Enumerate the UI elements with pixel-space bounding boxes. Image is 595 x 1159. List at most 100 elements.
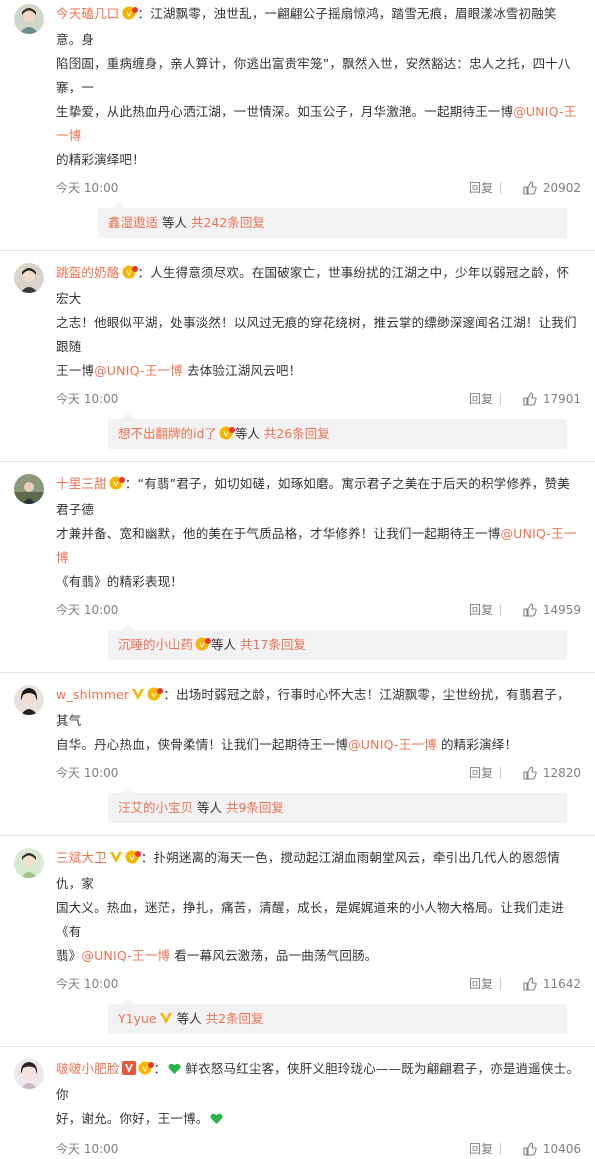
- comment-item: 三斌大卫 v ：扑朔迷离的海天一色，搅动起江湖血雨朝堂风云，牵引出几代人的恩怨情仇，…: [0, 836, 595, 1034]
- sub-reply-user[interactable]: 沉睡的小山药: [118, 637, 193, 652]
- sub-reply-mid: 等人: [234, 426, 264, 441]
- username[interactable]: 今天磕几口: [56, 6, 120, 21]
- colon: ：: [153, 1061, 167, 1076]
- like-button[interactable]: 11642: [523, 974, 581, 994]
- vip-badge-icon: v: [109, 474, 125, 498]
- username[interactable]: 十里三甜: [56, 476, 107, 491]
- vip-badge-icon: v: [138, 1059, 154, 1083]
- sub-reply-user[interactable]: 鑫湿遨适: [108, 215, 158, 230]
- like-count: 11642: [542, 977, 581, 991]
- username[interactable]: 啵啵小肥脸: [56, 1061, 120, 1076]
- colon: ：: [140, 850, 154, 865]
- like-button[interactable]: 10406: [523, 1139, 581, 1159]
- avatar[interactable]: [14, 1059, 44, 1089]
- username[interactable]: 跳盔的奶酪: [56, 265, 120, 280]
- reply-count-link[interactable]: 共26条回复: [264, 426, 330, 441]
- sub-replies[interactable]: 鑫湿遨适 等人 共242条回复: [98, 202, 567, 238]
- comment-text: 去体验江湖风云吧！: [182, 363, 302, 378]
- sub-replies[interactable]: 沉睡的小山药 v 等人 共17条回复: [108, 624, 567, 662]
- verified-v-icon: [109, 848, 123, 872]
- divider: [500, 767, 501, 779]
- comment-feed: 今天磕几口 v ：江湖飘零，浊世乱，一翩翩公子摇扇惊鸿，踏雪无痕，眉眼漾冰雪初融笑意…: [0, 0, 595, 1156]
- vip-badge-icon: v: [195, 632, 212, 662]
- comment-text: 自华。丹心热血，侠骨柔情！让我们一起期待王一博: [56, 737, 349, 752]
- comment-item: 啵啵小肥脸 v： 鲜衣怒马红尘客，侠肝义胆玲珑心——既为翩翩君子，亦是逍遥侠士。你…: [0, 1047, 595, 1159]
- avatar[interactable]: [14, 848, 44, 878]
- vip-badge-icon: v: [219, 421, 235, 451]
- comment-text: 《有翡》的精彩表现！: [56, 574, 184, 589]
- thumbs-up-icon: [523, 603, 537, 617]
- divider: [500, 978, 501, 990]
- green-heart-icon: [210, 1109, 223, 1133]
- sub-reply-user[interactable]: 想不出翻牌的id了: [118, 426, 217, 441]
- reply-count-link[interactable]: 共242条回复: [191, 215, 265, 230]
- reply-button[interactable]: 回复: [469, 974, 493, 994]
- avatar[interactable]: [14, 263, 44, 293]
- colon: ：: [163, 687, 177, 702]
- comment-text: 的精彩演绎吧！: [56, 152, 145, 167]
- thumbs-up-icon: [523, 392, 537, 406]
- svg-text:v: v: [142, 1065, 148, 1075]
- like-button[interactable]: 20902: [523, 178, 581, 198]
- comment-item: 跳盔的奶酪 v ：人生得意须尽欢。在国破家亡，世事纷扰的江湖之中，少年以弱冠之龄，怀…: [0, 251, 595, 449]
- reply-button[interactable]: 回复: [469, 178, 493, 198]
- reply-button[interactable]: 回复: [469, 600, 493, 620]
- like-button[interactable]: 17901: [523, 389, 581, 409]
- svg-text:v: v: [126, 10, 132, 20]
- reply-button[interactable]: 回复: [469, 389, 493, 409]
- svg-text:v: v: [152, 691, 158, 701]
- svg-text:v: v: [126, 269, 132, 279]
- svg-text:v: v: [199, 641, 205, 651]
- reply-count-link[interactable]: 共2条回复: [206, 1011, 264, 1026]
- like-button[interactable]: 14959: [523, 600, 581, 620]
- timestamp: 今天 10:00: [56, 1142, 119, 1156]
- timestamp: 今天 10:00: [56, 603, 119, 617]
- like-count: 17901: [542, 392, 581, 406]
- like-button[interactable]: 12820: [523, 763, 581, 783]
- colon: ：: [137, 265, 151, 280]
- divider: [500, 393, 501, 405]
- vip-v-red-icon: [121, 1059, 136, 1083]
- sub-replies[interactable]: 汪艾的小宝贝 等人 共9条回复: [108, 787, 567, 823]
- colon: ：: [124, 476, 138, 491]
- reply-count-link[interactable]: 共9条回复: [226, 800, 284, 815]
- reply-button[interactable]: 回复: [469, 763, 493, 783]
- timestamp: 今天 10:00: [56, 766, 119, 780]
- reply-button[interactable]: 回复: [469, 1139, 493, 1159]
- username[interactable]: w_shimmer: [56, 687, 129, 702]
- colon: ：: [137, 6, 151, 21]
- sub-replies[interactable]: Y1yue 等人 共2条回复: [108, 998, 567, 1034]
- sub-reply-user[interactable]: 汪艾的小宝贝: [118, 800, 193, 815]
- mention-link[interactable]: @UNIQ-王一博: [81, 948, 170, 963]
- avatar[interactable]: [14, 4, 44, 34]
- comment-text: 之志！他眼似平湖，处事淡然！以风过无痕的穿花绕树，推云掌的缥缈深邃闻名江湖！让我…: [56, 315, 577, 354]
- avatar[interactable]: [14, 474, 44, 504]
- comment-text: 的精彩演绎！: [436, 737, 518, 752]
- mention-link[interactable]: @UNIQ-王一博: [348, 737, 437, 752]
- comment-item: 今天磕几口 v ：江湖飘零，浊世乱，一翩翩公子摇扇惊鸿，踏雪无痕，眉眼漾冰雪初融笑意…: [0, 0, 595, 238]
- mention-link[interactable]: @UNIQ-王一博: [94, 363, 183, 378]
- comment-text: 王一博: [56, 363, 95, 378]
- reply-count-link[interactable]: 共17条回复: [240, 637, 306, 652]
- sub-replies[interactable]: 想不出翻牌的id了 v 等人 共26条回复: [108, 413, 567, 451]
- thumbs-up-icon: [523, 181, 537, 195]
- comment-text: 陷囹圄，重病缠身，亲人算计，你逃出富贵牢笼”，飘然入世，安然豁达：忠人之托，四十…: [56, 56, 571, 95]
- comment-item: 十里三甜 v ：“有翡”君子，如切如磋，如琢如磨。寓示君子之美在于后天的积学修养，赞…: [0, 462, 595, 660]
- divider: [500, 604, 501, 616]
- comment-text: 国大义。热血，迷茫，挣扎，痛苦，清醒，成长，是娓娓道来的小人物大格局。让我们走进…: [56, 900, 565, 939]
- sub-reply-mid: 等人: [193, 800, 226, 815]
- vip-badge-icon: v: [125, 848, 141, 872]
- like-count: 14959: [542, 603, 581, 617]
- sub-reply-user[interactable]: Y1yue: [118, 1011, 157, 1026]
- timestamp: 今天 10:00: [56, 181, 119, 195]
- vip-badge-icon: v: [122, 263, 138, 287]
- divider: [500, 1143, 501, 1155]
- username[interactable]: 三斌大卫: [56, 850, 107, 865]
- comment-text: 好，谢允。你好，王一博。: [56, 1111, 209, 1126]
- comment-text: 才兼并备、宽和幽默，他的美在于气质品格，才华修养！让我们一起期待王一博: [56, 526, 501, 541]
- svg-text:v: v: [129, 854, 135, 864]
- verified-v-icon: [131, 685, 145, 709]
- avatar[interactable]: [14, 685, 44, 715]
- timestamp: 今天 10:00: [56, 392, 119, 406]
- like-count: 10406: [542, 1142, 581, 1156]
